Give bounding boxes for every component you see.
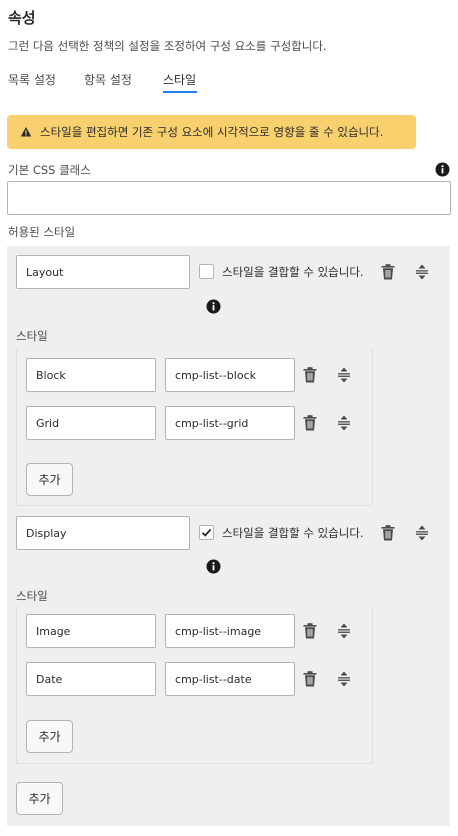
reorder-style-handle[interactable]	[336, 414, 352, 432]
combine-styles-label: 스타일을 결합할 수 있습니다.	[222, 265, 364, 279]
trash-icon	[381, 525, 395, 541]
add-style-group-button[interactable]: 추가	[16, 782, 63, 815]
style-name-input[interactable]	[26, 358, 156, 392]
trash-icon	[303, 415, 317, 431]
delete-style-button[interactable]	[302, 366, 318, 384]
style-class-input[interactable]	[165, 662, 295, 696]
reorder-style-handle[interactable]	[336, 622, 352, 640]
style-class-input[interactable]	[165, 406, 295, 440]
reorder-group-handle[interactable]	[414, 524, 430, 542]
trash-icon	[303, 623, 317, 639]
allowed-styles-label: 허용된 스타일	[8, 225, 76, 239]
trash-icon	[381, 264, 395, 280]
page-description: 그런 다음 선택한 정책의 설정을 조정하여 구성 요소를 구성합니다.	[8, 39, 327, 53]
style-name-input[interactable]	[26, 614, 156, 648]
delete-group-button[interactable]	[380, 263, 396, 281]
style-name-input[interactable]	[26, 406, 156, 440]
style-class-input[interactable]	[165, 358, 295, 392]
reorder-style-handle[interactable]	[336, 366, 352, 384]
style-group-name-input[interactable]	[16, 516, 190, 550]
checkmark-icon	[201, 528, 212, 537]
delete-style-button[interactable]	[302, 414, 318, 432]
warning-icon	[20, 127, 32, 137]
trash-icon	[303, 367, 317, 383]
style-group-name-input[interactable]	[16, 255, 190, 289]
delete-group-button[interactable]	[380, 524, 396, 542]
add-style-button[interactable]: 추가	[26, 463, 73, 496]
styles-label: 스타일	[16, 329, 48, 343]
active-tab-indicator	[163, 91, 197, 93]
drag-handle-icon	[416, 525, 428, 541]
info-icon[interactable]	[206, 299, 221, 314]
reorder-group-handle[interactable]	[414, 263, 430, 281]
tab-list-settings[interactable]: 목록 설정	[8, 71, 56, 88]
style-class-input[interactable]	[165, 614, 295, 648]
drag-handle-icon	[338, 623, 350, 639]
page-title: 속성	[8, 9, 36, 27]
tab-styles[interactable]: 스타일	[163, 71, 196, 88]
drag-handle-icon	[338, 367, 350, 383]
delete-style-button[interactable]	[302, 670, 318, 688]
base-css-input[interactable]	[7, 181, 451, 215]
base-css-label: 기본 CSS 클래스	[8, 163, 91, 177]
info-icon[interactable]	[435, 162, 450, 177]
drag-handle-icon	[416, 264, 428, 280]
drag-handle-icon	[338, 671, 350, 687]
combine-styles-checkbox[interactable]	[199, 264, 214, 279]
add-style-button[interactable]: 추가	[26, 720, 73, 753]
info-icon[interactable]	[206, 559, 221, 574]
trash-icon	[303, 671, 317, 687]
delete-style-button[interactable]	[302, 622, 318, 640]
tab-item-settings[interactable]: 항목 설정	[84, 71, 132, 88]
styles-label: 스타일	[16, 589, 48, 603]
reorder-style-handle[interactable]	[336, 670, 352, 688]
warning-text: 스타일을 편집하면 기존 구성 요소에 시각적으로 영향을 줄 수 있습니다.	[40, 125, 384, 139]
combine-styles-label: 스타일을 결합할 수 있습니다.	[222, 526, 364, 540]
combine-styles-checkbox[interactable]	[199, 525, 214, 540]
drag-handle-icon	[338, 415, 350, 431]
style-name-input[interactable]	[26, 662, 156, 696]
warning-alert: 스타일을 편집하면 기존 구성 요소에 시각적으로 영향을 줄 수 있습니다.	[7, 115, 416, 149]
